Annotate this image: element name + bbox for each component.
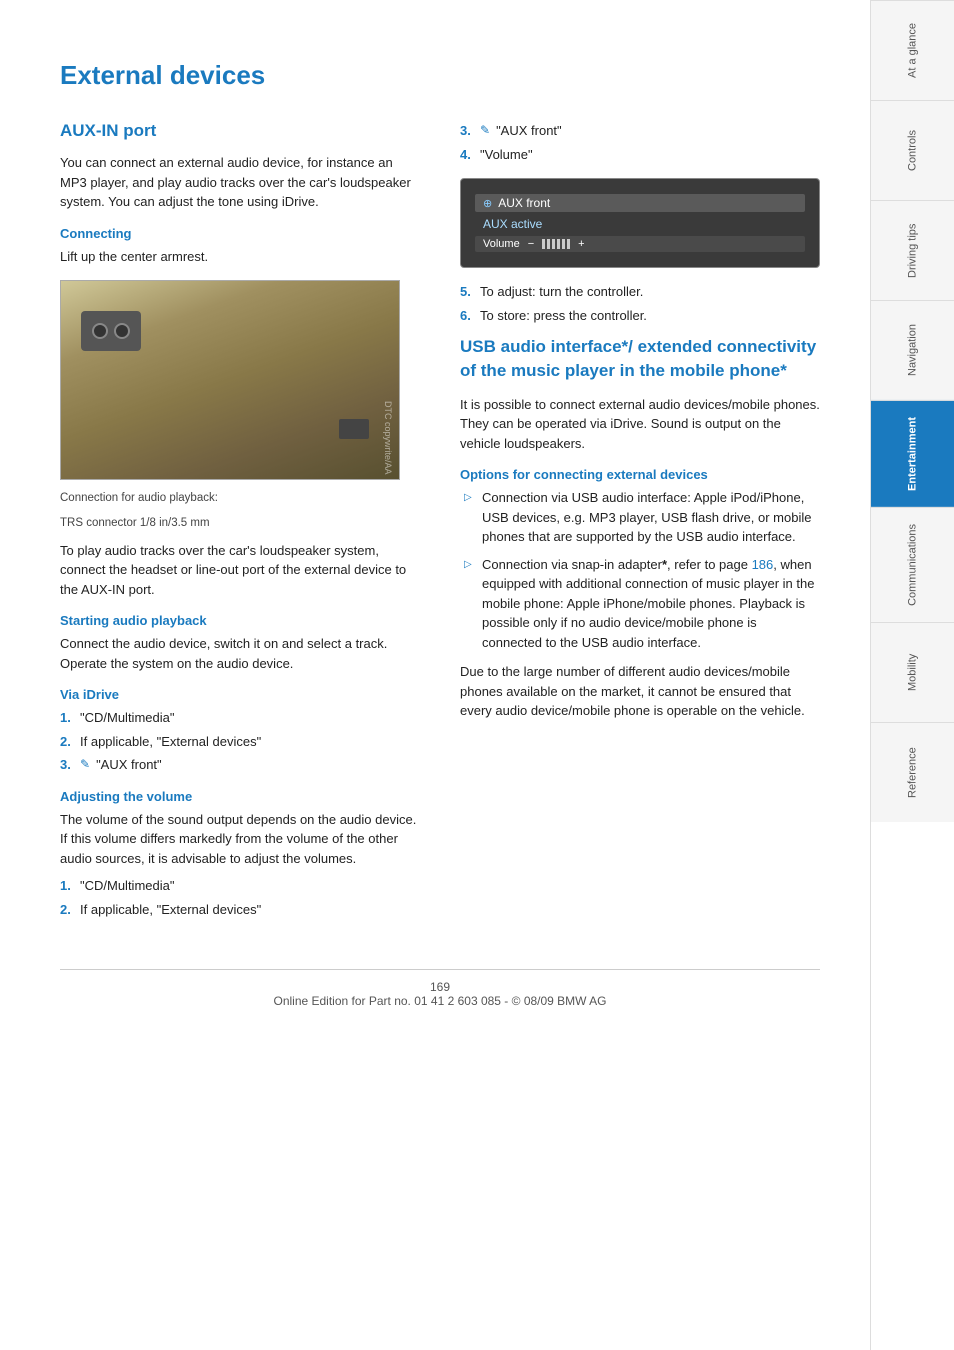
step-5: 5. To adjust: turn the controller. xyxy=(460,282,820,302)
tab-entertainment[interactable]: Entertainment xyxy=(871,400,954,507)
step-text: "CD/Multimedia" xyxy=(80,708,174,728)
tick xyxy=(562,239,565,249)
aux-section-title: AUX-IN port xyxy=(60,121,420,141)
tab-navigation[interactable]: Navigation xyxy=(871,300,954,400)
tick xyxy=(557,239,560,249)
step-text: "Volume" xyxy=(480,145,533,165)
step-text: To adjust: turn the controller. xyxy=(480,282,643,302)
via-idrive-title: Via iDrive xyxy=(60,687,420,702)
step-num: 4. xyxy=(460,145,474,165)
page-ref: 186 xyxy=(752,557,774,572)
step-6: 6. To store: press the controller. xyxy=(460,306,820,326)
aux-screen-title: AUX front xyxy=(498,196,550,210)
edit-icon: ✎ xyxy=(80,755,90,775)
option-text: Connection via snap-in adapter*, refer t… xyxy=(482,555,820,653)
adjusting-steps: 1. "CD/Multimedia" 2. If applicable, "Ex… xyxy=(60,876,420,919)
connecting-text: Lift up the center armrest. xyxy=(60,247,420,267)
adjusting-text: The volume of the sound output depends o… xyxy=(60,810,420,869)
step-text: "AUX front" xyxy=(496,121,562,141)
tab-driving-tips[interactable]: Driving tips xyxy=(871,200,954,300)
adj-step-2: 2. If applicable, "External devices" xyxy=(60,900,420,920)
right-top-steps: 3. ✎ "AUX front" 4. "Volume" xyxy=(460,121,820,164)
triangle-icon: ▷ xyxy=(464,557,474,653)
usb-intro: It is possible to connect external audio… xyxy=(460,395,820,454)
connector xyxy=(339,419,369,439)
step-text: To store: press the controller. xyxy=(480,306,647,326)
left-column: AUX-IN port You can connect an external … xyxy=(60,121,420,929)
step-num: 6. xyxy=(460,306,474,326)
tick xyxy=(547,239,550,249)
tab-reference[interactable]: Reference xyxy=(871,722,954,822)
watermark: DTC copywrite/AA xyxy=(383,401,393,475)
connecting-title: Connecting xyxy=(60,226,420,241)
asterisk: * xyxy=(662,557,667,572)
aux-intro: You can connect an external audio device… xyxy=(60,153,420,212)
step-num: 2. xyxy=(60,732,74,752)
starting-text: Connect the audio device, switch it on a… xyxy=(60,634,420,673)
steps-after-screen: 5. To adjust: turn the controller. 6. To… xyxy=(460,282,820,325)
edit-icon: ✎ xyxy=(480,121,490,141)
right-step-3: 3. ✎ "AUX front" xyxy=(460,121,820,141)
via-idrive-steps: 1. "CD/Multimedia" 2. If applicable, "Ex… xyxy=(60,708,420,775)
button-area xyxy=(81,311,141,351)
adj-step-1: 1. "CD/Multimedia" xyxy=(60,876,420,896)
step-num: 5. xyxy=(460,282,474,302)
tab-at-a-glance[interactable]: At a glance xyxy=(871,0,954,100)
main-content: External devices AUX-IN port You can con… xyxy=(0,0,870,1350)
step-num: 1. xyxy=(60,708,74,728)
page-footer: 169 Online Edition for Part no. 01 41 2 … xyxy=(60,969,820,1008)
button-circle-2 xyxy=(114,323,130,339)
tick xyxy=(567,239,570,249)
tick xyxy=(552,239,555,249)
volume-label: Volume xyxy=(483,238,520,250)
options-list: ▷ Connection via USB audio interface: Ap… xyxy=(460,488,820,652)
step-1: 1. "CD/Multimedia" xyxy=(60,708,420,728)
armrest-photo: DTC copywrite/AA xyxy=(61,281,399,479)
tick xyxy=(542,239,545,249)
step-num: 3. xyxy=(460,121,474,141)
step-2: 2. If applicable, "External devices" xyxy=(60,732,420,752)
usb-section-title: USB audio interface*/ extended connectiv… xyxy=(460,335,820,383)
volume-ticks xyxy=(542,239,570,249)
caption-line1: Connection for audio playback: xyxy=(60,490,420,507)
sidebar-tabs: At a glance Controls Driving tips Naviga… xyxy=(870,0,954,1350)
step-num: 2. xyxy=(60,900,74,920)
adjusting-title: Adjusting the volume xyxy=(60,789,420,804)
step-text: "CD/Multimedia" xyxy=(80,876,174,896)
page-title: External devices xyxy=(60,60,820,91)
right-column: 3. ✎ "AUX front" 4. "Volume" ⊕ AUX front… xyxy=(460,121,820,929)
button-circle-1 xyxy=(92,323,108,339)
footer-text: Online Edition for Part no. 01 41 2 603 … xyxy=(273,994,606,1008)
aux-screen-header: ⊕ AUX front xyxy=(475,194,805,212)
page-number: 169 xyxy=(430,980,450,994)
option-1: ▷ Connection via USB audio interface: Ap… xyxy=(460,488,820,547)
step-3: 3. ✎ "AUX front" xyxy=(60,755,420,775)
tab-mobility[interactable]: Mobility xyxy=(871,622,954,722)
right-step-4: 4. "Volume" xyxy=(460,145,820,165)
aux-screen: ⊕ AUX front AUX active Volume − + xyxy=(460,178,820,268)
volume-minus: − xyxy=(528,238,534,250)
tab-communications[interactable]: Communications xyxy=(871,507,954,622)
step-num: 1. xyxy=(60,876,74,896)
usb-note: Due to the large number of different aud… xyxy=(460,662,820,721)
aux-image: DTC copywrite/AA xyxy=(60,280,400,480)
option-2: ▷ Connection via snap-in adapter*, refer… xyxy=(460,555,820,653)
step-text: If applicable, "External devices" xyxy=(80,900,261,920)
starting-title: Starting audio playback xyxy=(60,613,420,628)
triangle-icon: ▷ xyxy=(464,490,474,547)
aux-screen-volume: Volume − + xyxy=(475,236,805,252)
caption-line2: TRS connector 1/8 in/3.5 mm xyxy=(60,515,420,532)
step-text: "AUX front" xyxy=(96,755,162,775)
aux-screen-row1: AUX active xyxy=(475,216,805,232)
step-num: 3. xyxy=(60,755,74,775)
volume-plus: + xyxy=(578,238,584,250)
tab-controls[interactable]: Controls xyxy=(871,100,954,200)
options-title: Options for connecting external devices xyxy=(460,467,820,482)
aux-screen-icon: ⊕ xyxy=(483,197,492,210)
caption-para: To play audio tracks over the car's loud… xyxy=(60,541,420,600)
step-text: If applicable, "External devices" xyxy=(80,732,261,752)
option-text: Connection via USB audio interface: Appl… xyxy=(482,488,820,547)
